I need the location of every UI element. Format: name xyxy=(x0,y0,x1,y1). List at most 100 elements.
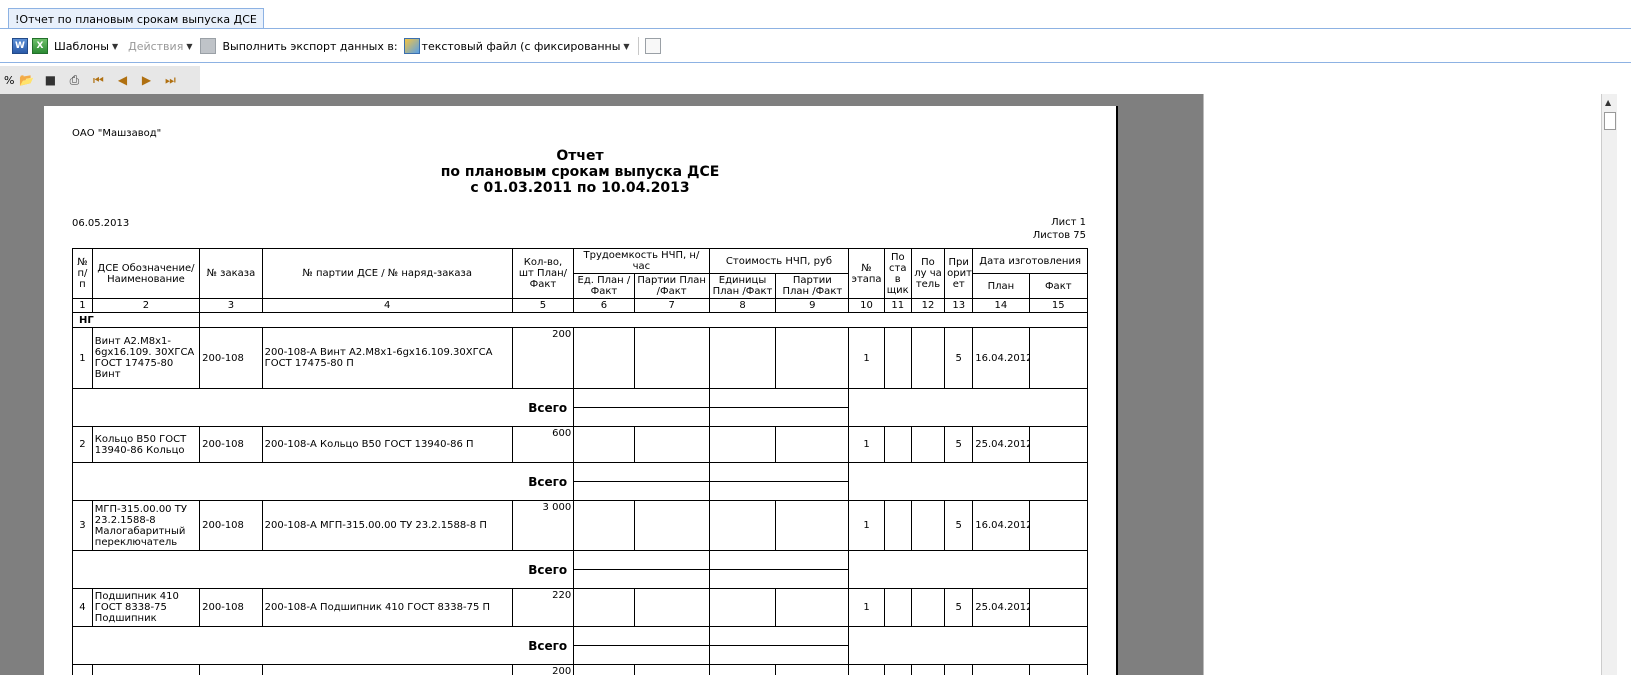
row-num: 2 xyxy=(72,426,93,463)
zoom-partial: % xyxy=(4,73,15,87)
colnum: 11 xyxy=(883,298,912,313)
export-label: Выполнить экспорт данных в: xyxy=(222,35,397,57)
col-supplier-header: По ста в щик xyxy=(883,248,912,299)
viewer-toolbar: % 📂 ■ ⎙ ⏮ ◀ ▶ ⏭ xyxy=(0,66,200,94)
row-dse: Винт А2.М8х1-6gх16.109. 30ХГСА ГОСТ 1747… xyxy=(91,327,201,389)
export-run-icon[interactable] xyxy=(200,38,217,54)
colnum: 5 xyxy=(511,298,575,313)
row-stage: 1 xyxy=(848,327,885,389)
colnum: 2 xyxy=(91,298,201,313)
colnum: 13 xyxy=(944,298,974,313)
total-label: Всего xyxy=(71,626,575,665)
next-page-icon[interactable]: ▶ xyxy=(137,72,155,88)
table-row: 4 Подшипник 410 ГОСТ 8338-75 Подшипник 2… xyxy=(72,588,1089,627)
colnum: 9 xyxy=(775,298,850,313)
table-row: 2 Кольцо В50 ГОСТ 13940-86 Кольцо 200-10… xyxy=(72,426,1089,463)
vertical-scrollbar[interactable]: ▲ xyxy=(1601,94,1617,675)
toolbar-divider xyxy=(0,62,1631,63)
viewer-empty-area xyxy=(1203,94,1602,675)
report-title: Отчет xyxy=(556,148,604,164)
total-label: Всего xyxy=(71,462,575,501)
row-plan-date: 25.04.2012 xyxy=(972,426,1030,463)
colnum: 14 xyxy=(972,298,1030,313)
colnum: 3 xyxy=(199,298,263,313)
prev-page-icon[interactable]: ◀ xyxy=(113,72,131,88)
colnum: 7 xyxy=(633,298,710,313)
export-go-icon[interactable] xyxy=(644,38,661,54)
print-icon[interactable]: ⎙ xyxy=(65,72,83,88)
col-labor-header: Трудоемкость НЧП, н/час xyxy=(573,248,710,274)
company-name: ОАО "Машзавод" xyxy=(72,128,162,139)
col-plan-header: План xyxy=(972,273,1030,299)
chevron-down-icon: ▼ xyxy=(186,41,193,51)
templates-menu[interactable]: Шаблоны ▼ xyxy=(54,35,118,57)
open-icon[interactable]: 📂 xyxy=(17,72,35,88)
row-order: 200-108 xyxy=(199,500,263,551)
col-cost-unit-header: Единицы План /Факт xyxy=(708,273,777,299)
row-stage: 1 xyxy=(848,588,885,627)
col-labor-batch-header: Партии План /Факт xyxy=(633,273,710,299)
save-icon[interactable]: ■ xyxy=(41,72,59,88)
colnum: 10 xyxy=(848,298,885,313)
table-row: 1 Винт А2.М8х1-6gх16.109. 30ХГСА ГОСТ 17… xyxy=(72,327,1089,389)
row-batch: 200-108-А Винт А2.М8х1-6gх16.109.30ХГСА … xyxy=(261,327,513,389)
sheet-info: Лист 1 Листов 75 xyxy=(1033,216,1086,242)
col-dse-header: ДСЕ Обозначение/ Наименование xyxy=(91,248,201,299)
row-dse: Подшипник 410 ГОСТ 8338-75 Подшипник xyxy=(91,588,201,627)
row-qty: 600 xyxy=(511,426,575,463)
row-plan-date: 16.04.2012 xyxy=(972,500,1030,551)
row-priority: 5 xyxy=(944,426,974,463)
row-batch: 200-108-А Кольцо В50 ГОСТ 13940-86 П xyxy=(261,426,513,463)
col-receiver-header: По лу ча тель xyxy=(910,248,946,299)
report-subtitle: по плановым срокам выпуска ДСЕ xyxy=(440,164,720,180)
col-date-header: Дата изготовления xyxy=(972,248,1088,274)
main-toolbar: W X Шаблоны ▼ Действия ▼ Выполнить экспорт… xyxy=(0,34,1631,58)
first-page-icon[interactable]: ⏮ xyxy=(89,72,107,88)
export-text: Выполнить экспорт данных в: xyxy=(222,39,398,53)
col-cost-header: Стоимость НЧП, руб xyxy=(708,248,850,274)
table-row: 200 xyxy=(72,664,1089,675)
row-qty: 200 xyxy=(511,327,575,389)
row-num: 1 xyxy=(72,327,93,389)
scroll-thumb[interactable] xyxy=(1604,112,1616,130)
last-page-icon[interactable]: ⏭ xyxy=(161,72,179,88)
col-batch-header: № партии ДСЕ / № наряд-заказа xyxy=(261,248,513,299)
word-export-icon[interactable]: W xyxy=(12,38,28,54)
tab-divider xyxy=(0,28,1631,29)
row-batch: 200-108-А МГП-315.00.00 ТУ 23.2.1588-8 П xyxy=(261,500,513,551)
row-stage: 1 xyxy=(848,500,885,551)
report-viewer[interactable]: ОАО "Машзавод" Отчет по плановым срокам … xyxy=(0,94,1203,675)
row-batch: 200-108-А Подшипник 410 ГОСТ 8338-75 П xyxy=(261,588,513,627)
table-row: 3 МГП-315.00.00 ТУ 23.2.1588-8 Малогабар… xyxy=(72,500,1089,551)
chevron-down-icon: ▼ xyxy=(111,41,119,51)
colnum: 12 xyxy=(910,298,946,313)
report-period: с 01.03.2011 по 10.04.2013 xyxy=(470,180,690,196)
colnum: 6 xyxy=(573,298,635,313)
row-dse: МГП-315.00.00 ТУ 23.2.1588-8 Малогабарит… xyxy=(91,500,201,551)
row-order: 200-108 xyxy=(199,588,263,627)
templates-label: Шаблоны xyxy=(54,39,109,53)
colnum: 1 xyxy=(72,298,93,313)
toolbar-separator xyxy=(637,37,639,55)
row-qty: 220 xyxy=(511,588,575,627)
row-qty: 200 xyxy=(511,664,575,675)
row-qty: 3 000 xyxy=(511,500,575,551)
tab-title: !Отчет по плановым срокам выпуска ДСЕ xyxy=(15,12,257,26)
row-order: 200-108 xyxy=(199,327,263,389)
actions-label: Действия xyxy=(128,39,184,53)
export-format-select[interactable]: текстовый файл (с фиксированны ▼ xyxy=(402,35,630,57)
tab-report[interactable]: !Отчет по плановым срокам выпуска ДСЕ xyxy=(8,8,264,29)
total-label: Всего xyxy=(71,388,575,427)
scroll-up-icon[interactable]: ▲ xyxy=(1605,98,1611,107)
row-priority: 5 xyxy=(944,588,974,627)
excel-export-icon[interactable]: X xyxy=(32,38,48,54)
colnum: 8 xyxy=(708,298,777,313)
total-label: Всего xyxy=(71,550,575,589)
col-fact-header: Факт xyxy=(1028,273,1089,299)
row-stage: 1 xyxy=(848,426,885,463)
chevron-down-icon: ▼ xyxy=(623,41,630,51)
col-labor-unit-header: Ед. План /Факт xyxy=(573,273,635,299)
report-page: ОАО "Машзавод" Отчет по плановым срокам … xyxy=(44,106,1118,675)
col-qty-header: Кол-во, шт План/ Факт xyxy=(511,248,575,299)
actions-menu[interactable]: Действия ▼ xyxy=(128,35,192,57)
